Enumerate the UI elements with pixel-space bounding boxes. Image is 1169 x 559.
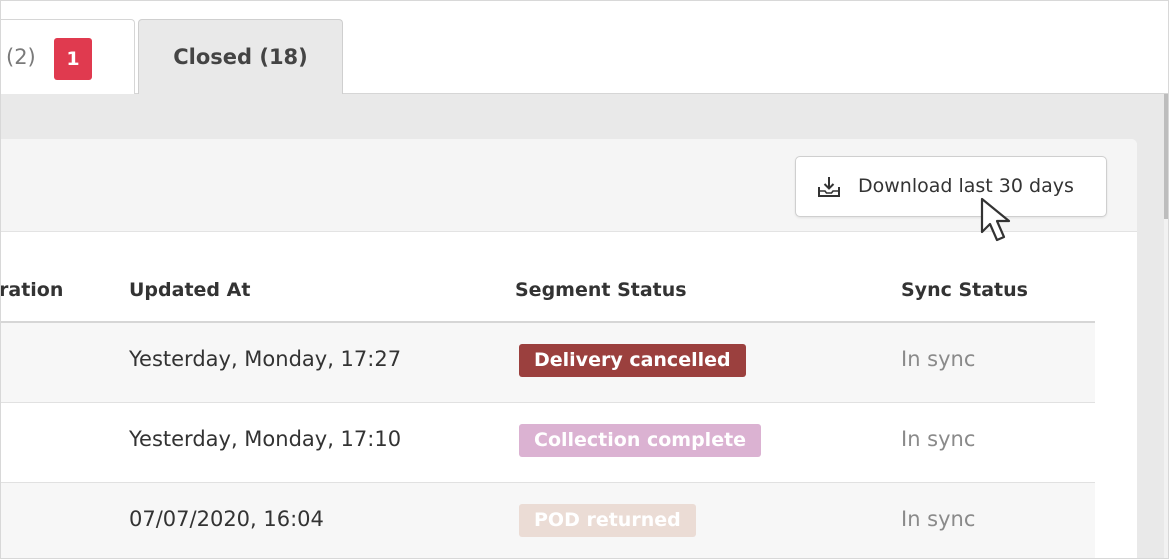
column-header-duration[interactable]: ration — [1, 279, 63, 301]
segment-status-badge: Delivery cancelled — [519, 344, 746, 377]
table-row[interactable]: Yesterday, Monday, 17:27 Delivery cancel… — [1, 323, 1095, 403]
updated-at-cell: Yesterday, Monday, 17:27 — [129, 347, 402, 371]
table-row[interactable]: Yesterday, Monday, 17:10 Collection comp… — [1, 403, 1095, 483]
card-toolbar: Download last 30 days — [1, 139, 1137, 232]
app-frame: (2) 1 Closed (18) Download last 30 days … — [0, 0, 1169, 559]
orders-card: Download last 30 days ration Updated At … — [1, 139, 1137, 558]
segment-status-badge: Collection complete — [519, 424, 762, 457]
sync-status-cell: In sync — [901, 347, 976, 371]
tab-bar: (2) 1 Closed (18) — [1, 1, 1168, 95]
mouse-pointer-icon — [980, 197, 1011, 242]
updated-at-cell: 07/07/2020, 16:04 — [129, 507, 324, 531]
tab-open[interactable]: (2) 1 — [1, 19, 135, 94]
column-header-sync-status[interactable]: Sync Status — [901, 279, 1028, 301]
tab-closed[interactable]: Closed (18) — [138, 19, 343, 95]
download-button-label: Download last 30 days — [858, 175, 1074, 197]
page-scrollbar-thumb[interactable] — [1164, 94, 1168, 219]
tab-open-label: (2) — [6, 45, 36, 69]
column-header-updated-at[interactable]: Updated At — [129, 279, 250, 301]
segment-status-badge: POD returned — [519, 504, 696, 537]
column-header-segment-status[interactable]: Segment Status — [515, 279, 687, 301]
tab-closed-label: Closed (18) — [173, 45, 308, 69]
download-last-30-days-button[interactable]: Download last 30 days — [795, 156, 1107, 217]
alert-count-badge: 1 — [54, 38, 92, 80]
table-row[interactable]: 07/07/2020, 16:04 POD returned In sync — [1, 483, 1095, 558]
sync-status-cell: In sync — [901, 427, 976, 451]
download-tray-icon — [818, 177, 840, 197]
updated-at-cell: Yesterday, Monday, 17:10 — [129, 427, 402, 451]
sync-status-cell: In sync — [901, 507, 976, 531]
